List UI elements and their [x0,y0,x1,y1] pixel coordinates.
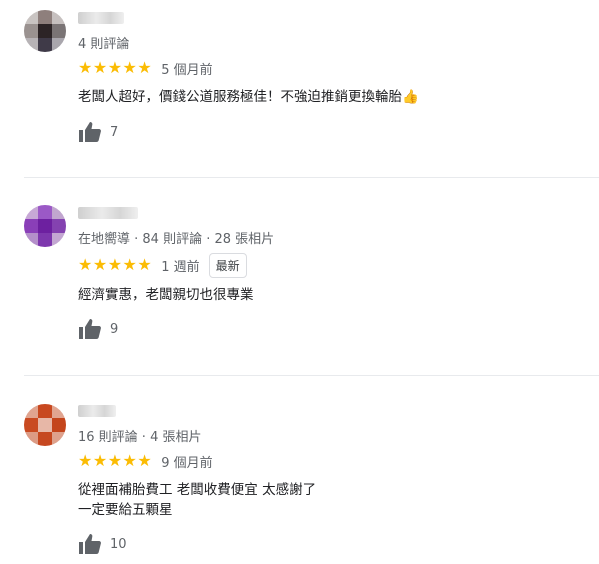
avatar[interactable] [24,10,66,52]
review-text-line: 一定要給五顆星 [78,502,173,518]
divider [24,177,599,178]
thumbs-up-icon [78,318,102,340]
reviewer-name-blurred[interactable] [78,207,138,219]
review-text: 老闆人超好，價錢公道服務極佳！不強迫推銷更換輪胎👍 [78,87,419,107]
star-icon: ★ [107,451,123,470]
avatar[interactable] [24,205,66,247]
star-icon: ★ [92,58,108,77]
star-icon: ★ [122,451,137,470]
reviewer-meta: 在地嚮導 · 84 則評論 · 28 張相片 [78,232,275,247]
reviewer-name-blurred[interactable] [78,12,124,24]
star-icon: ★ [107,58,123,77]
review-text-line: 從裡面補胎費工 老闆收費便宜 太感謝了 [78,482,317,498]
star-rating: ★ ★ ★ ★ ★ [78,453,152,469]
like-count: 9 [110,321,119,337]
review-date: 9 個月前 [161,455,213,471]
like-button[interactable]: 7 [78,121,118,143]
review-date: 5 個月前 [161,62,213,78]
rating-row: ★ ★ ★ ★ ★ 1 週前 最新 [78,252,247,278]
reviewer-meta: 4 則評論 [78,37,130,52]
rating-row: ★ ★ ★ ★ ★ 5 個月前 [78,57,213,79]
review-text: 經濟實惠，老闆親切也很專業 [78,285,254,305]
thumbs-up-icon [78,533,102,555]
star-icon: ★ [78,58,93,77]
like-button[interactable]: 10 [78,533,127,555]
star-icon: ★ [122,255,137,274]
star-icon: ★ [137,58,152,77]
star-rating: ★ ★ ★ ★ ★ [78,257,152,273]
reviewer-meta: 16 則評論 · 4 張相片 [78,430,202,445]
like-button[interactable]: 9 [78,318,118,340]
star-icon: ★ [92,451,108,470]
star-icon: ★ [107,255,123,274]
review-text-line: 老闆人超好，價錢公道服務極佳！不強迫推銷更換輪胎👍 [78,89,419,105]
newest-badge: 最新 [208,252,247,278]
thumbs-up-icon [78,121,102,143]
like-count: 7 [110,124,119,140]
review-text: 從裡面補胎費工 老闆收費便宜 太感謝了 一定要給五顆星 [78,480,316,520]
star-icon: ★ [92,255,108,274]
star-icon: ★ [122,58,137,77]
review-date: 1 週前 [161,259,200,275]
star-icon: ★ [78,255,93,274]
rating-row: ★ ★ ★ ★ ★ 9 個月前 [78,450,213,472]
star-icon: ★ [78,451,93,470]
avatar[interactable] [24,404,66,446]
like-count: 10 [110,536,127,552]
divider [24,375,599,376]
review-text-line: 經濟實惠，老闆親切也很專業 [78,287,254,303]
star-icon: ★ [137,451,152,470]
star-icon: ★ [137,255,152,274]
reviewer-name-blurred[interactable] [78,405,116,417]
star-rating: ★ ★ ★ ★ ★ [78,60,152,76]
